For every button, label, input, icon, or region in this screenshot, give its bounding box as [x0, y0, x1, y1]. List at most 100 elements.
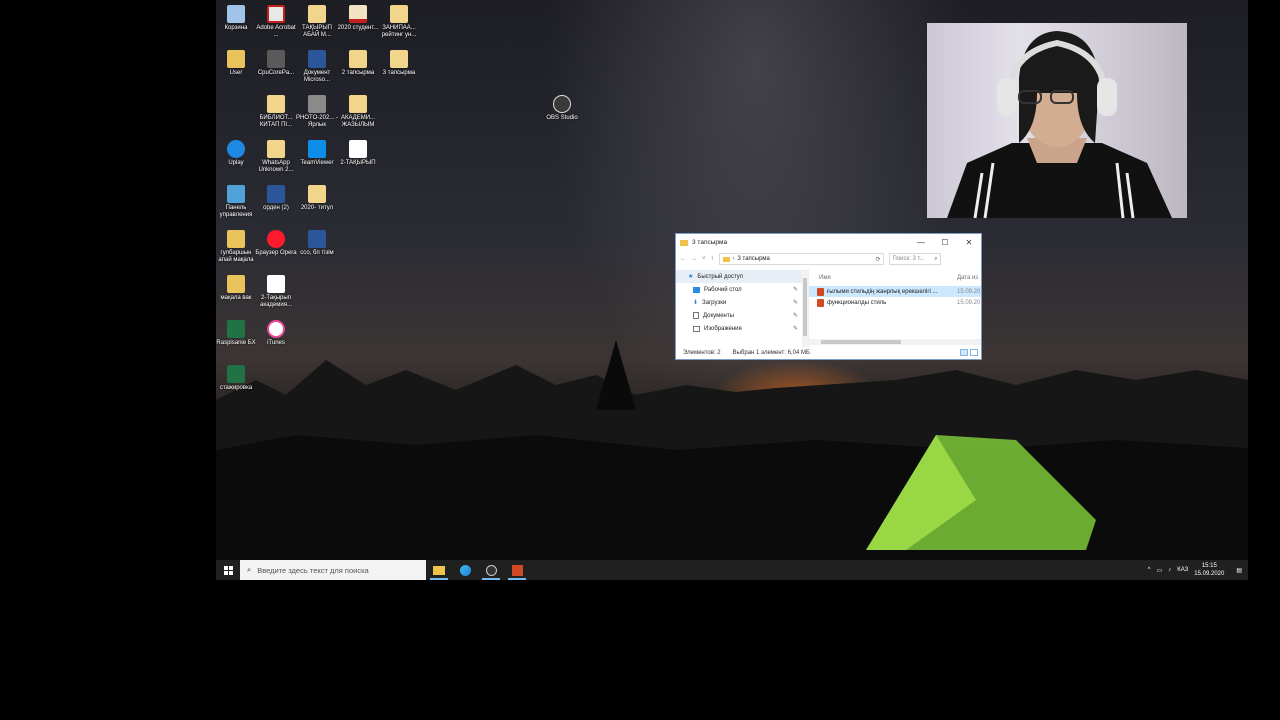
word-icon — [267, 185, 285, 203]
nav-scrollbar[interactable] — [802, 270, 808, 347]
recent-chevron-icon[interactable]: ˅ — [702, 256, 706, 262]
taskbar-edge[interactable] — [452, 560, 478, 580]
back-icon[interactable]: ← — [680, 256, 686, 262]
taskbar-obs[interactable] — [478, 560, 504, 580]
desktop-icon-gulbarshyn[interactable]: гулбаршын апай мақала — [216, 230, 258, 264]
folder-icon — [349, 50, 367, 68]
taskbar-search-input[interactable]: ⌕ Введите здесь текст для поиска — [240, 560, 426, 580]
horizontal-scrollbar[interactable] — [809, 339, 981, 345]
details-view-icon[interactable] — [960, 349, 968, 356]
language-indicator[interactable]: КАЗ — [1177, 567, 1188, 573]
desktop-icon-obs-studio[interactable]: OBS Studio — [540, 95, 584, 122]
powerpoint-icon — [511, 564, 523, 576]
column-headers: Имя Дата из — [809, 270, 981, 286]
desktop-icon-zanipaa-reiting[interactable]: ЗАНИПАА... рейтинг ун... — [377, 5, 421, 39]
desktop-icon-2-taqyryp[interactable]: 2-ТАҚЫРЫП — [336, 140, 380, 167]
cpu-icon — [267, 50, 285, 68]
documents-icon — [693, 312, 699, 319]
desktop-icon-recycle-bin[interactable]: Корзина — [216, 5, 258, 32]
up-icon[interactable]: ↑ — [711, 256, 714, 262]
desktop-icon-biblioteka[interactable]: БИБЛИОТ... КИТАП ПІ... — [254, 95, 298, 129]
file-list: Имя Дата из ғылыми стильдің жанрлық ерек… — [809, 270, 981, 347]
uplay-icon — [227, 140, 245, 158]
column-date-header[interactable]: Дата из — [957, 275, 978, 281]
minimize-button[interactable]: — — [909, 238, 933, 247]
powerpoint-file-icon — [817, 287, 824, 296]
windows-icon — [223, 565, 233, 575]
folder-icon — [267, 140, 285, 158]
document-icon — [227, 230, 245, 248]
navigation-pane: ★ Быстрый доступ Рабочий стол ✎ ⬇ Загруз… — [676, 270, 809, 347]
folder-icon — [390, 50, 408, 68]
desktop-icon-user[interactable]: User — [216, 50, 258, 77]
desktop-icon-teamviewer[interactable]: TeamViewer — [295, 140, 339, 167]
address-field[interactable]: › 3 тапсырма ⟳ — [718, 253, 884, 265]
item-count: Элементов: 2 — [683, 349, 721, 356]
nav-item-downloads[interactable]: ⬇ Загрузки ✎ — [676, 296, 808, 309]
taskbar-file-explorer[interactable] — [426, 560, 452, 580]
column-name-header[interactable]: Имя — [819, 275, 831, 281]
desktop-icon-3-tapsyrma[interactable]: 3 тапсырма — [377, 50, 421, 77]
search-icon: ⌕ — [934, 255, 938, 262]
taskbar: ⌕ Введите здесь текст для поиска ^ ▭ ♪ К… — [216, 560, 1248, 580]
address-bar-row: ← → ˅ ↑ › 3 тапсырма ⟳ Поиск: 3 т... ⌕ — [676, 251, 981, 267]
volume-icon[interactable]: ♪ — [1168, 567, 1171, 573]
folder-icon — [722, 256, 730, 262]
file-icon — [349, 140, 367, 158]
search-input[interactable]: Поиск: 3 т... ⌕ — [888, 253, 941, 265]
start-button[interactable] — [216, 560, 240, 580]
close-button[interactable]: ✕ — [957, 238, 981, 247]
desktop-icon-photo-shortcut[interactable]: PHOTO-202... - Ярлык — [295, 95, 339, 129]
forward-icon[interactable]: → — [691, 256, 697, 262]
file-row[interactable]: ғылыми стильдің жанрлық ерекшелігі ... 1… — [809, 286, 981, 297]
desktop-icon-cpucorepark[interactable]: CpuCorePa... — [254, 50, 298, 77]
file-icon — [267, 275, 285, 293]
desktop-icon-taqyryp-abai[interactable]: ТАҚЫРЫП АБАЙ М... — [295, 5, 339, 39]
user-folder-icon — [227, 50, 245, 68]
desktop-icon-whatsapp-unknown[interactable]: WhatsApp Unknown 2... — [254, 140, 298, 174]
nav-item-quick-access[interactable]: ★ Быстрый доступ — [676, 270, 808, 283]
recycle-bin-icon — [227, 5, 245, 23]
star-icon: ★ — [688, 274, 694, 280]
clock[interactable]: 15:15 15.09.2020 — [1194, 562, 1224, 578]
chevron-up-icon[interactable]: ^ — [1148, 567, 1151, 573]
nav-item-documents[interactable]: Документы ✎ — [676, 309, 808, 322]
explorer-body: ★ Быстрый доступ Рабочий стол ✎ ⬇ Загруз… — [676, 270, 981, 347]
explorer-titlebar[interactable]: 3 тапсырма — ☐ ✕ — [676, 234, 981, 251]
edge-icon — [459, 564, 471, 576]
breadcrumb-separator-icon: › — [732, 256, 735, 262]
desktop-icon-itunes[interactable]: iTunes — [254, 320, 298, 347]
teamviewer-icon — [308, 140, 326, 158]
desktop-icon-control-panel[interactable]: Панель управления — [216, 185, 258, 219]
folder-icon — [267, 95, 285, 113]
file-row[interactable]: функционалды стиль 15.09.20 — [809, 297, 981, 308]
desktop-icon-raspisanie[interactable]: Raspisanie БХ — [216, 320, 258, 347]
refresh-icon[interactable]: ⟳ — [875, 256, 880, 263]
file-explorer-window[interactable]: 3 тапсырма — ☐ ✕ ← → ˅ ↑ › 3 тапсырма ⟳ … — [675, 233, 982, 360]
nav-item-pictures[interactable]: Изображения ✎ — [676, 322, 808, 335]
desktop-icon-2020-titul[interactable]: 2020- титул — [295, 185, 339, 212]
network-icon[interactable]: ▭ — [1157, 567, 1163, 574]
desktop-icon-2-taqyryp-akademiya[interactable]: 2-Тақырып академия... — [254, 275, 298, 309]
tiles-view-icon[interactable] — [970, 349, 978, 356]
pin-icon: ✎ — [792, 287, 798, 293]
desktop-icon-2-tapsyrma[interactable]: 2 тапсырма — [336, 50, 380, 77]
pictures-icon — [693, 325, 700, 332]
document-icon — [308, 185, 326, 203]
desktop-icon-orden[interactable]: орден (2) — [254, 185, 298, 212]
desktop-icon-sso-tizim[interactable]: ссо, бп тізім — [295, 230, 339, 257]
notification-icon[interactable]: ▤ — [1236, 567, 1242, 574]
desktop-icon-akademiyalyq[interactable]: АКАДЕМИ... ЖАЗЫЛЫМ — [336, 95, 380, 129]
taskbar-powerpoint[interactable] — [504, 560, 530, 580]
acrobat-icon — [267, 5, 285, 23]
nav-item-desktop[interactable]: Рабочий стол ✎ — [676, 283, 808, 296]
desktop-icon-word-doc[interactable]: Документ Microso... — [295, 50, 339, 84]
status-bar: Элементов: 2 Выбран 1 элемент: 6,04 МБ — [676, 346, 981, 359]
maximize-button[interactable]: ☐ — [933, 238, 957, 247]
desktop-icon-2020-student[interactable]: 2020 студент... — [336, 5, 380, 32]
desktop-icon-uplay[interactable]: Uplay — [216, 140, 258, 167]
desktop-icon-stazhirovka[interactable]: стажировка — [216, 365, 258, 392]
desktop-icon-maqala-vak[interactable]: мақала вак — [216, 275, 258, 302]
desktop-icon-opera[interactable]: Браузер Opera — [254, 230, 298, 257]
desktop-icon-adobe-acrobat[interactable]: Adobe Acrobat ... — [254, 5, 298, 39]
